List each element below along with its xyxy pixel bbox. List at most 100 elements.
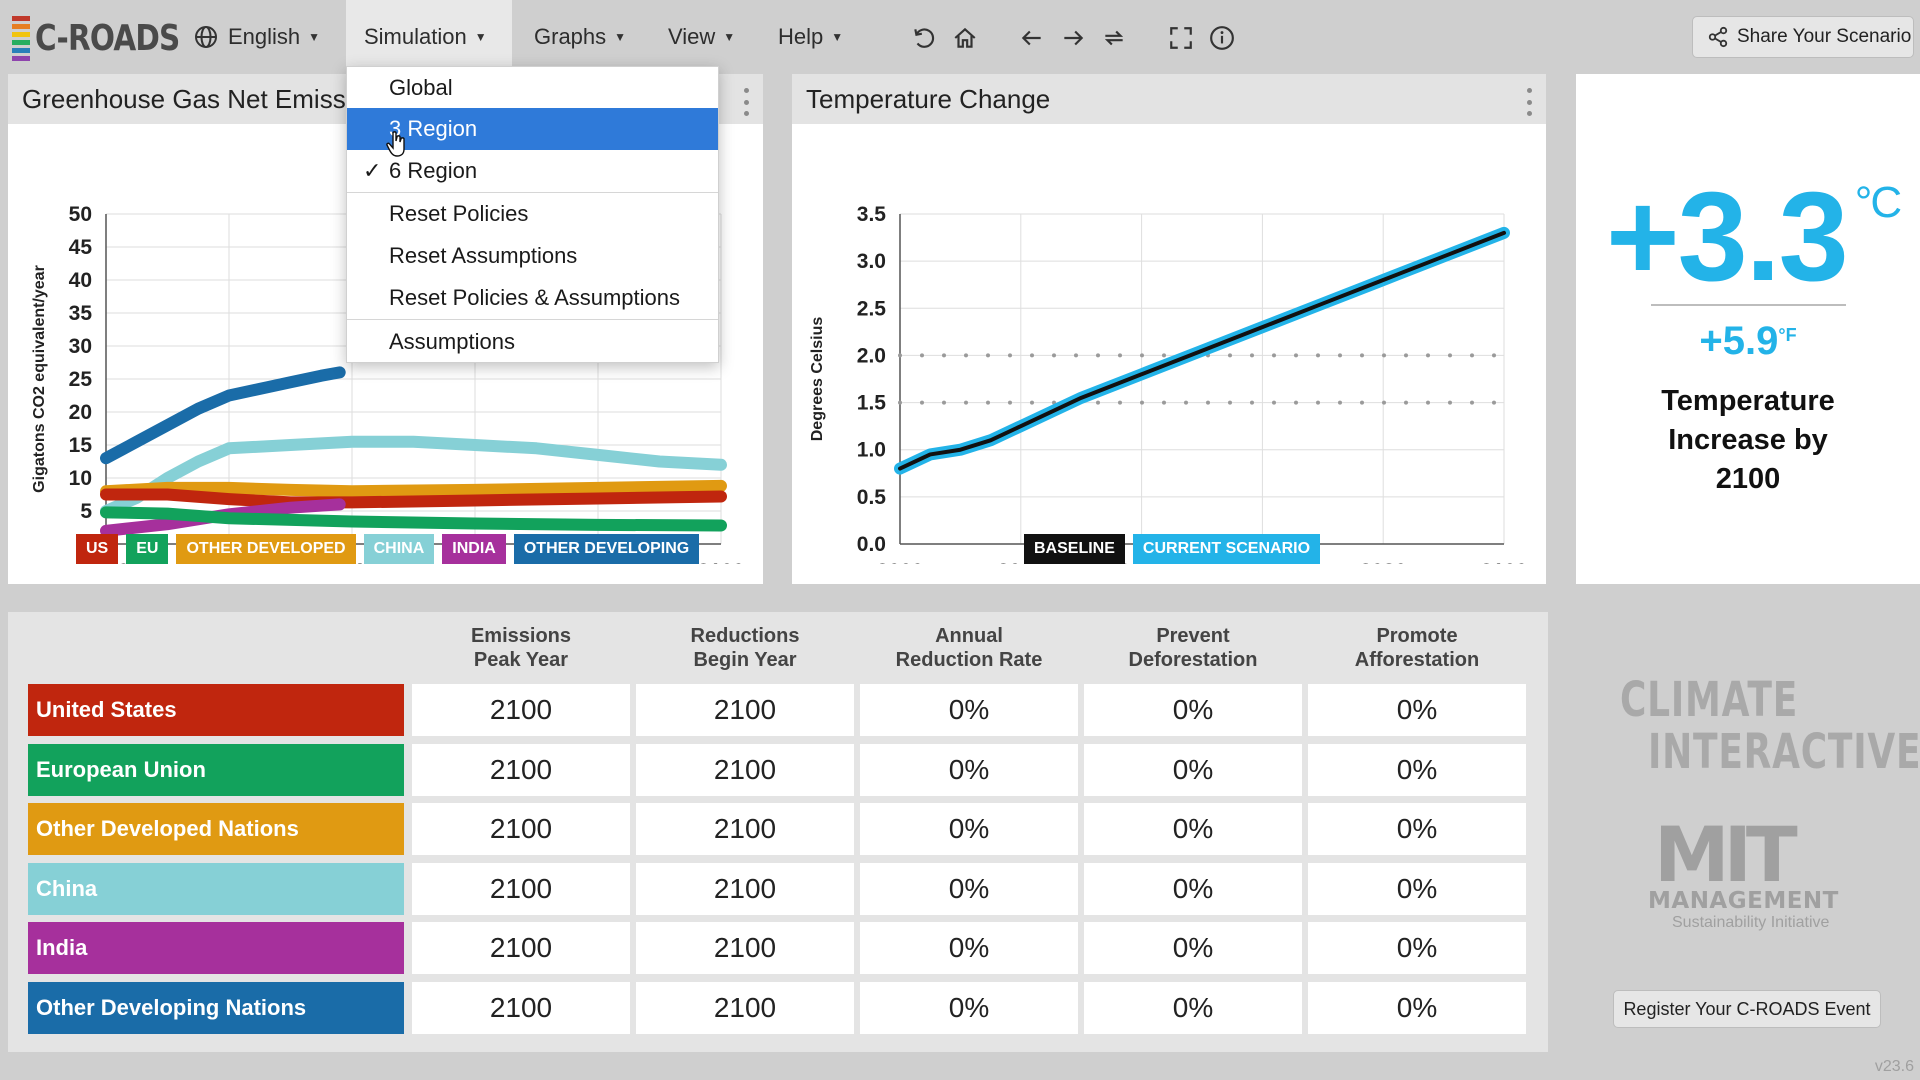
policy-value-cell[interactable]: 2100 xyxy=(636,743,854,796)
emissions-legend-item[interactable]: INDIA xyxy=(442,534,506,564)
emissions-legend-item[interactable]: CHINA xyxy=(363,534,435,564)
temperature-change-panel: Temperature Change 200020202040206020802… xyxy=(792,74,1546,584)
column-header-line: Afforestation xyxy=(1354,649,1480,671)
policy-value-cell[interactable]: 0% xyxy=(1084,803,1302,855)
help-menu[interactable]: Help ▼ xyxy=(760,0,861,74)
policy-value-cell[interactable]: 0% xyxy=(1308,862,1526,915)
logo-bar xyxy=(12,47,30,53)
panel-kebab-menu-icon[interactable] xyxy=(743,88,749,116)
menu-item-reset-assumptions[interactable]: Reset Assumptions xyxy=(347,235,718,277)
policy-value-cell[interactable]: 0% xyxy=(1308,922,1526,974)
policy-value-cell[interactable]: 0% xyxy=(860,684,1078,736)
graphs-menu[interactable]: Graphs ▼ xyxy=(516,0,644,74)
policy-value-cell[interactable]: 0% xyxy=(860,981,1078,1034)
refresh-icon[interactable] xyxy=(1100,24,1128,52)
top-bar: C-ROADS English ▼ Simulation ▼ Graphs ▼ Vie… xyxy=(0,0,1920,74)
graphs-label: Graphs xyxy=(534,24,607,49)
menu-item-label: Reset Policies & Assumptions xyxy=(389,285,681,310)
panel-kebab-menu-icon[interactable] xyxy=(1526,88,1532,116)
language-menu[interactable]: English ▼ xyxy=(176,0,338,74)
policy-value-cell[interactable]: 0% xyxy=(1308,981,1526,1034)
logo-bar xyxy=(12,15,30,21)
policy-value-cell[interactable]: 2100 xyxy=(412,803,630,855)
home-icon[interactable] xyxy=(951,24,979,52)
view-menu[interactable]: View ▼ xyxy=(650,0,753,74)
policy-value-cell[interactable]: 0% xyxy=(1084,922,1302,974)
region-label[interactable]: India xyxy=(28,922,404,974)
x-tick-label: 2100 xyxy=(698,560,745,564)
menu-item-label: Assumptions xyxy=(389,329,515,354)
region-label[interactable]: European Union xyxy=(28,743,404,796)
fahrenheit-unit: °F xyxy=(1778,325,1797,345)
policy-table: Emissions Peak Year Reductions Begin Year An… xyxy=(8,612,1548,1052)
temperature-chart: 2000202020402060208021000.00.51.01.52.02… xyxy=(809,203,1527,564)
policy-value-cell[interactable]: 0% xyxy=(860,922,1078,974)
column-header: Prevent Deforestation xyxy=(1084,624,1302,672)
policy-value-cell[interactable]: 2100 xyxy=(636,922,854,974)
policy-value-cell[interactable]: 0% xyxy=(1084,981,1302,1034)
menu-item-label: 6 Region xyxy=(389,158,478,183)
y-axis-label: Gigatons CO2 equivalent/year xyxy=(31,265,48,493)
y-tick-label: 2.0 xyxy=(857,344,886,367)
region-label[interactable]: United States xyxy=(28,684,404,736)
logo-bar xyxy=(12,23,30,29)
region-label[interactable]: Other Developing Nations xyxy=(28,981,404,1034)
policy-value-cell[interactable]: 2100 xyxy=(412,743,630,796)
version-label: v23.6 xyxy=(1874,1058,1914,1075)
mit-initiative-text: Sustainability Initiative xyxy=(1672,914,1830,931)
policy-value-cell[interactable]: 2100 xyxy=(636,803,854,855)
policy-value-cell[interactable]: 2100 xyxy=(412,922,630,974)
policy-value-cell[interactable]: 0% xyxy=(1308,743,1526,796)
undo-icon[interactable] xyxy=(910,24,938,52)
celsius-value: +3.3 xyxy=(1606,166,1849,307)
policy-value-cell[interactable]: 2100 xyxy=(412,862,630,915)
policy-value-cell[interactable]: 2100 xyxy=(636,684,854,736)
share-scenario-button[interactable]: Share Your Scenario xyxy=(1692,16,1914,58)
column-header-line: Emissions xyxy=(470,625,572,647)
y-tick-label: 25 xyxy=(69,368,93,391)
policy-value-cell[interactable]: 0% xyxy=(1308,684,1526,736)
policy-value-cell[interactable]: 0% xyxy=(1308,803,1526,855)
policy-value-cell[interactable]: 2100 xyxy=(636,862,854,915)
menu-item-reset-policies[interactable]: Reset Policies xyxy=(347,193,718,235)
column-header: Emissions Peak Year xyxy=(412,624,630,672)
policy-value-cell[interactable]: 2100 xyxy=(412,684,630,736)
menu-separator xyxy=(347,192,718,193)
temperature-legend-item[interactable]: BASELINE xyxy=(1024,534,1125,564)
column-header-line: Promote xyxy=(1376,625,1458,647)
policy-value-cell[interactable]: 0% xyxy=(1084,684,1302,736)
divider xyxy=(1651,304,1846,306)
menu-item-reset-policies-assumptions[interactable]: Reset Policies & Assumptions xyxy=(347,277,718,319)
simulation-label: Simulation xyxy=(364,24,467,49)
policy-value-cell[interactable]: 0% xyxy=(1084,743,1302,796)
series-line-baseline xyxy=(898,230,1506,471)
emissions-legend: US EU OTHER DEVELOPED CHINA INDIA OTHER DEVEL… xyxy=(76,534,700,564)
celsius-unit: °C xyxy=(1854,178,1902,227)
policy-value-cell[interactable]: 0% xyxy=(1084,862,1302,915)
temperature-legend-item[interactable]: CURRENT SCENARIO xyxy=(1132,534,1321,564)
region-label[interactable]: Other Developed Nations xyxy=(28,803,404,855)
column-header-line: Prevent xyxy=(1156,625,1230,647)
info-icon[interactable] xyxy=(1208,24,1236,52)
emissions-legend-item[interactable]: OTHER DEVELOPED xyxy=(176,534,356,564)
simulation-menu[interactable]: Simulation ▼ xyxy=(346,0,512,74)
register-event-button[interactable]: Register Your C-ROADS Event xyxy=(1613,990,1881,1028)
emissions-legend-item[interactable]: US xyxy=(76,534,119,564)
policy-value-cell[interactable]: 0% xyxy=(860,803,1078,855)
fullscreen-icon[interactable] xyxy=(1167,24,1195,52)
menu-item-global[interactable]: Global xyxy=(347,67,718,109)
menu-item-assumptions[interactable]: Assumptions xyxy=(347,321,718,363)
emissions-legend-item[interactable]: EU xyxy=(126,534,169,564)
policy-value-cell[interactable]: 2100 xyxy=(636,981,854,1034)
back-arrow-icon[interactable] xyxy=(1018,24,1046,52)
logo-bar xyxy=(12,39,30,45)
policy-value-cell[interactable]: 2100 xyxy=(412,981,630,1034)
forward-arrow-icon[interactable] xyxy=(1059,24,1087,52)
emissions-legend-item[interactable]: OTHER DEVELOPING xyxy=(513,534,700,564)
region-label[interactable]: China xyxy=(28,862,404,915)
y-tick-label: 20 xyxy=(69,401,92,424)
celsius-readout: +3.3 °C xyxy=(1606,164,1902,309)
policy-value-cell[interactable]: 0% xyxy=(860,862,1078,915)
y-tick-label: 15 xyxy=(69,434,93,457)
policy-value-cell[interactable]: 0% xyxy=(860,743,1078,796)
